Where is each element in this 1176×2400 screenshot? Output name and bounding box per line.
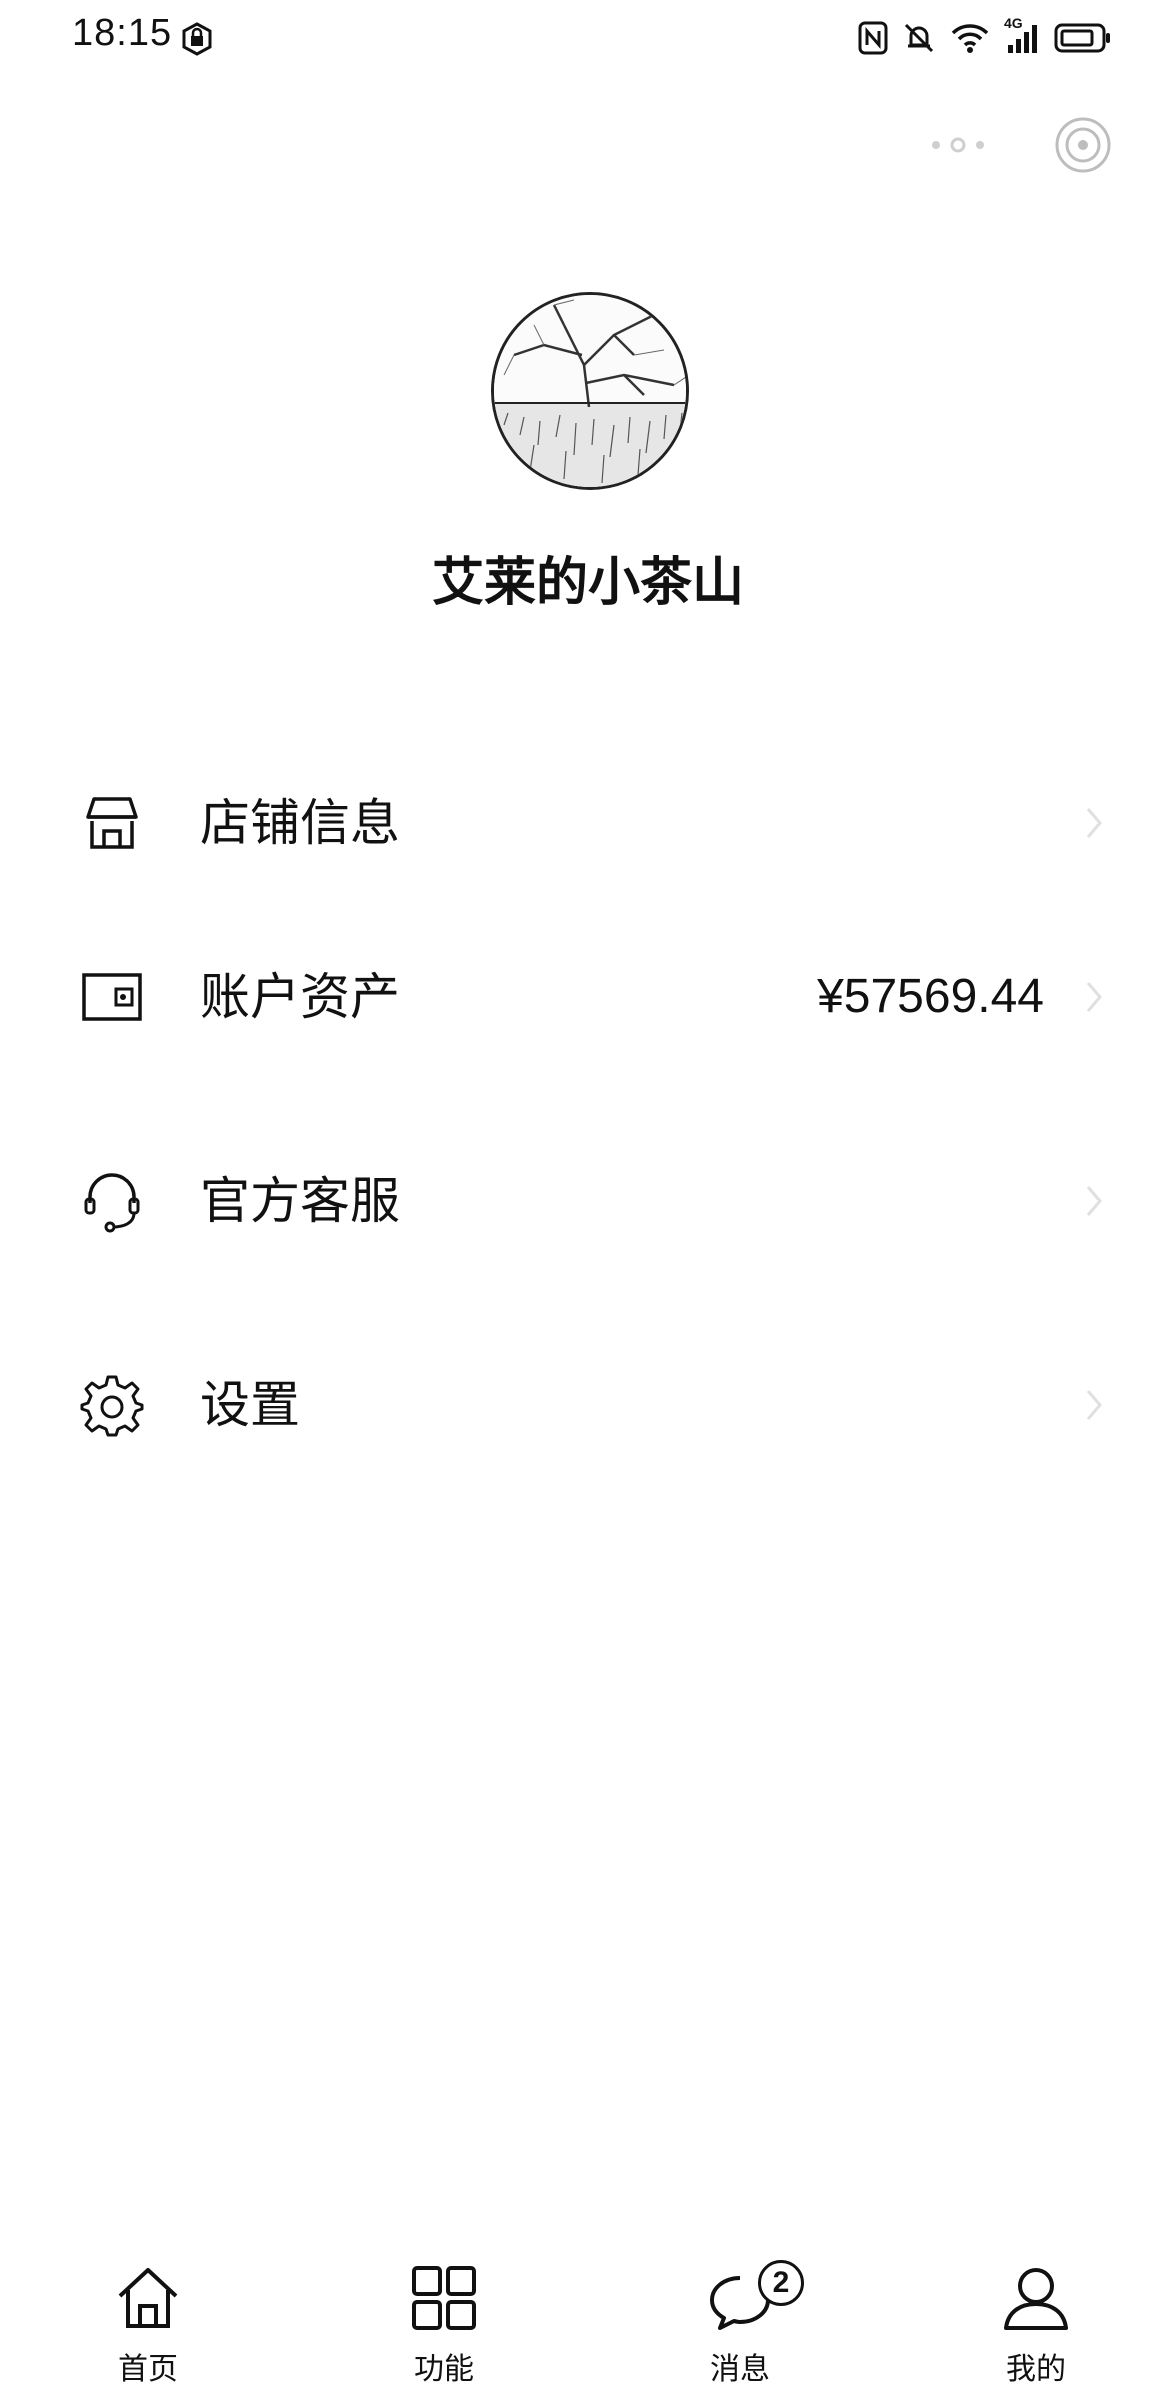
nfc-icon bbox=[858, 21, 888, 55]
menu-item-label: 店铺信息 bbox=[200, 794, 400, 852]
chevron-right-icon bbox=[1082, 1385, 1106, 1425]
nav-item-home[interactable]: 首页 bbox=[48, 2240, 248, 2400]
chevron-right-icon bbox=[1082, 1181, 1106, 1221]
nav-label: 消息 bbox=[710, 2352, 770, 2387]
avatar[interactable] bbox=[491, 292, 689, 490]
account-balance: ¥57569.44 bbox=[817, 970, 1044, 1023]
app-lock-icon bbox=[180, 22, 214, 56]
home-icon bbox=[114, 2264, 182, 2332]
menu-item-settings[interactable]: 设置 bbox=[0, 1340, 1176, 1470]
user-icon bbox=[1002, 2264, 1070, 2332]
menu-item-label: 账户资产 bbox=[200, 968, 400, 1026]
wallet-icon bbox=[80, 965, 144, 1029]
nav-item-functions[interactable]: 功能 bbox=[344, 2240, 544, 2400]
grid-icon bbox=[410, 2264, 478, 2332]
status-icons: 4G bbox=[858, 15, 1112, 58]
nav-label: 功能 bbox=[414, 2352, 474, 2387]
menu-item-label: 官方客服 bbox=[200, 1172, 400, 1230]
more-dots-icon[interactable] bbox=[926, 130, 990, 164]
battery-icon bbox=[1054, 21, 1112, 55]
chevron-right-icon bbox=[1082, 803, 1106, 843]
store-icon bbox=[80, 791, 144, 855]
chevron-right-icon bbox=[1082, 977, 1106, 1017]
nav-item-mine[interactable]: 我的 bbox=[936, 2240, 1136, 2400]
network-type: 4G bbox=[1004, 15, 1023, 31]
gear-icon bbox=[80, 1373, 144, 1437]
status-time: 18:15 bbox=[72, 12, 173, 54]
bottom-nav: 首页 功能 2 消息 我的 bbox=[0, 2240, 1176, 2400]
top-actions bbox=[926, 112, 1112, 182]
menu-item-label: 设置 bbox=[200, 1376, 300, 1434]
menu-item-account-assets[interactable]: 账户资产 ¥57569.44 bbox=[0, 932, 1176, 1062]
scan-target-icon[interactable] bbox=[1054, 116, 1112, 178]
shop-name: 艾莱的小茶山 bbox=[431, 553, 744, 613]
wifi-icon bbox=[950, 21, 990, 55]
unread-badge: 2 bbox=[758, 2260, 804, 2306]
nav-label: 我的 bbox=[1006, 2352, 1066, 2387]
menu-item-store-info[interactable]: 店铺信息 bbox=[0, 758, 1176, 888]
menu-item-customer-service[interactable]: 官方客服 bbox=[0, 1136, 1176, 1266]
nav-label: 首页 bbox=[118, 2352, 178, 2387]
cellular-signal-icon: 4G bbox=[1004, 15, 1040, 55]
nav-item-messages[interactable]: 2 消息 bbox=[640, 2240, 840, 2400]
status-bar: 18:15 4G bbox=[0, 0, 1176, 74]
headset-icon bbox=[80, 1169, 144, 1233]
mute-bell-icon bbox=[902, 21, 936, 55]
